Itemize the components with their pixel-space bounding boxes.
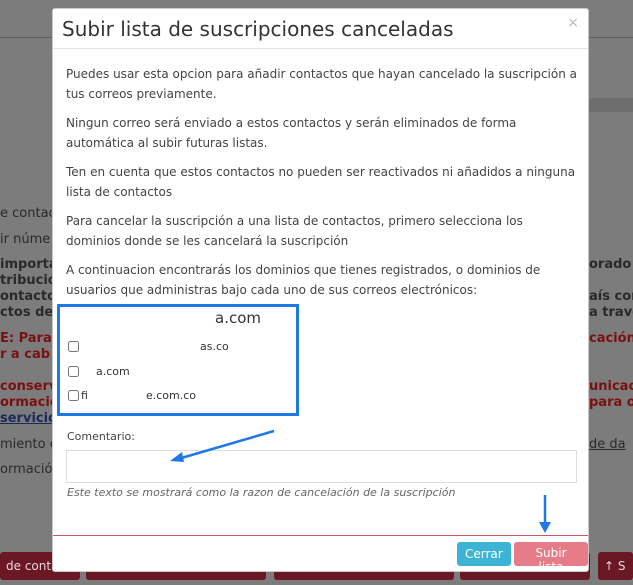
upload-cancelled-modal: Subir lista de suscripciones canceladas … (52, 8, 589, 574)
bg-right-line: unicac (589, 379, 633, 394)
domain-label: e.com.co (146, 389, 197, 402)
bg-link: servicio (0, 411, 57, 426)
bg-line: ir núme (0, 232, 51, 247)
bg-right-line: para o (589, 395, 633, 410)
domain-label: as.co (200, 340, 229, 353)
upload-list-button[interactable]: Subir lista (514, 542, 588, 574)
domains-list: a.com as.co a.com fi e.com.co (57, 304, 299, 416)
bg-right-line: cación, (589, 331, 633, 346)
info-paragraph: Ningun correo será enviado a estos conta… (66, 116, 517, 150)
info-paragraph: Para cancelar la suscripción a una lista… (66, 214, 523, 248)
modal-title: Subir lista de suscripciones canceladas (62, 17, 454, 41)
close-icon[interactable]: × (567, 15, 579, 31)
main-domain: a.com (215, 309, 261, 327)
domain-checkbox-row[interactable]: a.com (68, 365, 130, 378)
bg-line: r a cab (0, 347, 51, 362)
bg-line: miento c (0, 437, 57, 452)
annotation-arrow-icon (539, 495, 551, 533)
bg-line: conserv (0, 379, 58, 394)
domain-prefix: fi (81, 389, 88, 402)
info-paragraph: Ten en cuenta que estos contactos no pue… (66, 165, 576, 199)
close-button[interactable]: Cerrar (457, 542, 511, 566)
bg-right-line: de da (589, 437, 626, 452)
domain-checkbox[interactable] (68, 341, 79, 352)
bg-line: ormació (0, 395, 59, 410)
annotation-arrow-icon (170, 429, 275, 462)
info-paragraph: Puedes usar esta opcion para añadir cont… (66, 67, 577, 101)
domain-checkbox[interactable] (68, 366, 79, 377)
modal-footer: Cerrar Subir lista (53, 535, 588, 574)
comment-input[interactable] (66, 450, 577, 483)
bg-right-line: a travé (589, 305, 633, 320)
modal-body: Puedes usar esta opcion para añadir cont… (66, 64, 577, 309)
domain-label: a.com (96, 365, 130, 378)
bg-line: E: Para (0, 331, 52, 346)
info-paragraph: A continuacion encontrarás los dominios … (66, 263, 541, 297)
bg-line: ormació (0, 462, 53, 477)
modal-header: Subir lista de suscripciones canceladas … (53, 9, 588, 49)
domain-checkbox[interactable] (68, 390, 79, 401)
bg-line: importa (0, 257, 58, 272)
comment-label: Comentario: (67, 430, 135, 443)
background-strip (589, 98, 633, 112)
bg-line: e contac (0, 206, 56, 221)
bg-line: tribució (0, 273, 57, 288)
bg-right-line: orado t (589, 257, 633, 272)
domain-checkbox-row[interactable]: as.co (68, 340, 229, 353)
domain-checkbox-row[interactable]: fi e.com.co (68, 389, 196, 402)
comment-help-text: Este texto se mostrará como la razon de … (67, 486, 456, 499)
bg-right-line: aís corr (589, 289, 633, 304)
bg-button: ↑ S (598, 552, 633, 580)
